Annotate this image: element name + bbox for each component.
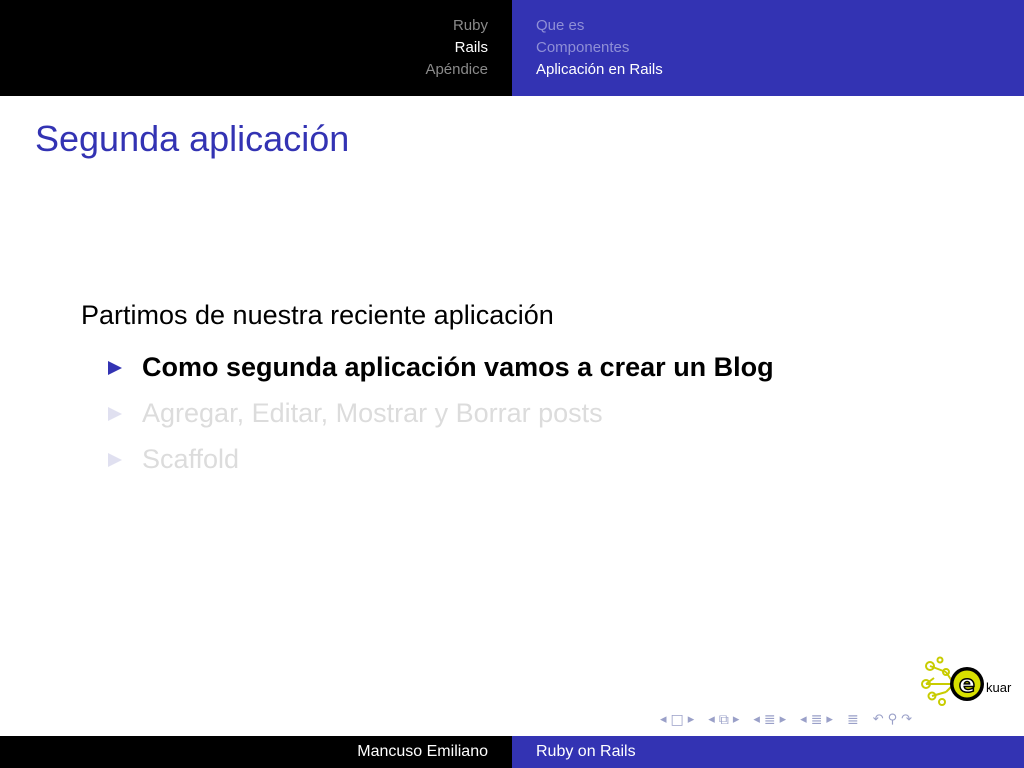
subsection-list: Que es Componentes Aplicación en Rails bbox=[536, 15, 663, 81]
search-icon[interactable]: ⚲ bbox=[888, 710, 898, 730]
bullet-item-blog: Como segunda aplicación vamos a crear un… bbox=[108, 344, 774, 390]
logo-letter: e bbox=[959, 670, 975, 698]
logo-text: kuar bbox=[986, 680, 1012, 695]
footer-author-panel: Mancuso Emiliano bbox=[0, 736, 512, 768]
undo-icon[interactable]: ↶ bbox=[873, 710, 884, 730]
subsection-next-icon[interactable]: ▸ bbox=[733, 710, 740, 730]
bullet-list: Como segunda aplicación vamos a crear un… bbox=[108, 344, 774, 482]
ekuar-logo: e kuar bbox=[921, 656, 1012, 706]
subsection-next-icon[interactable]: ▸ bbox=[826, 710, 833, 730]
bullet-triangle-icon bbox=[108, 453, 122, 467]
section-list: Ruby Rails Apéndice bbox=[425, 15, 488, 81]
redo-icon[interactable]: ↷ bbox=[901, 710, 912, 730]
bullet-item-crud: Agregar, Editar, Mostrar y Borrar posts bbox=[108, 390, 774, 436]
frame-next-icon[interactable]: ▸ bbox=[688, 710, 695, 730]
bullet-triangle-icon bbox=[108, 407, 122, 421]
frame-title: Segunda aplicación bbox=[35, 118, 350, 159]
bullet-text: Agregar, Editar, Mostrar y Borrar posts bbox=[142, 397, 603, 428]
subsection-prev-icon[interactable]: ◂ bbox=[800, 710, 807, 730]
section-apendice-link[interactable]: Apéndice bbox=[425, 59, 488, 81]
footer-title-panel: Ruby on Rails bbox=[512, 736, 1024, 768]
bullet-triangle-icon bbox=[108, 361, 122, 375]
footer-author: Mancuso Emiliano bbox=[357, 743, 488, 760]
subsection-aplicacion-link[interactable]: Aplicación en Rails bbox=[536, 59, 663, 81]
footer-bar: Mancuso Emiliano Ruby on Rails bbox=[0, 736, 1024, 768]
footer-title: Ruby on Rails bbox=[536, 743, 636, 760]
document-icon[interactable]: ≣ bbox=[847, 710, 859, 730]
intro-text: Partimos de nuestra reciente aplicación bbox=[81, 300, 554, 330]
subsection-prev-icon[interactable]: ◂ bbox=[708, 710, 715, 730]
section-navigation: Ruby Rails Apéndice bbox=[0, 0, 512, 96]
header-bar: Ruby Rails Apéndice Que es Componentes A… bbox=[0, 0, 1024, 96]
section-icon[interactable]: ≣ bbox=[764, 710, 776, 730]
bullet-text: Como segunda aplicación vamos a crear un… bbox=[142, 351, 774, 382]
section-prev-icon[interactable]: ◂ bbox=[753, 710, 760, 730]
subsection-componentes-link[interactable]: Componentes bbox=[536, 37, 663, 59]
subsection-navigation: Que es Componentes Aplicación en Rails bbox=[512, 0, 1024, 96]
subsection-que-es-link[interactable]: Que es bbox=[536, 15, 663, 37]
section-next-icon[interactable]: ▸ bbox=[780, 710, 787, 730]
frame-icon[interactable]: □ bbox=[671, 710, 684, 730]
subsection-icon[interactable]: ⧉ bbox=[719, 710, 729, 730]
section-ruby-link[interactable]: Ruby bbox=[425, 15, 488, 37]
subsection-icon[interactable]: ≣ bbox=[811, 710, 823, 730]
navigation-symbols: ◂ □ ▸ ◂ ⧉ ▸ ◂ ≣ ▸ ◂ ≣ ▸ ≣ ↶ ⚲ ↷ bbox=[660, 710, 912, 730]
bullet-item-scaffold: Scaffold bbox=[108, 436, 774, 482]
bullet-text: Scaffold bbox=[142, 443, 240, 474]
frame-prev-icon[interactable]: ◂ bbox=[660, 710, 667, 730]
section-rails-link[interactable]: Rails bbox=[425, 37, 488, 59]
